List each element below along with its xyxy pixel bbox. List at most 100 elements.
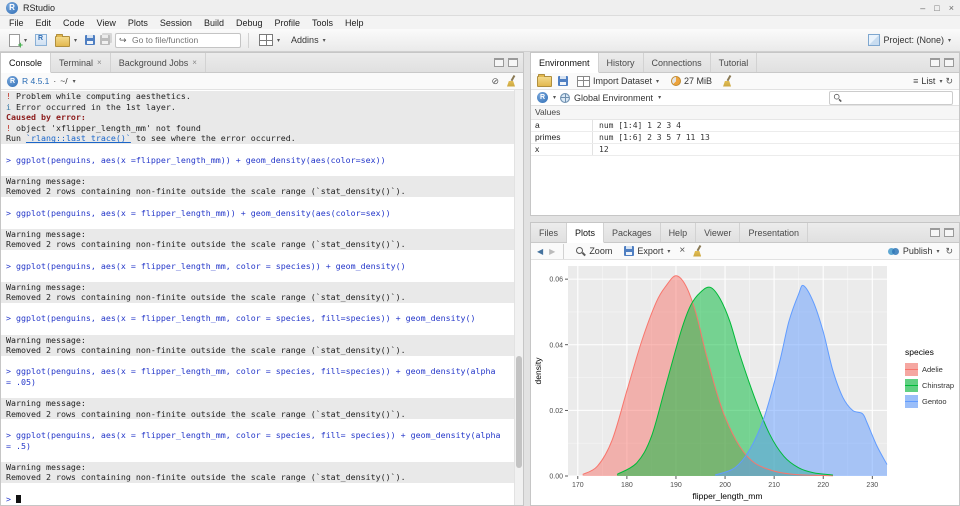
menu-view[interactable]: View (91, 18, 122, 28)
project-menu-button[interactable]: Project: (None) ▾ (865, 33, 954, 47)
menu-code[interactable]: Code (57, 18, 91, 28)
close-button[interactable]: × (949, 3, 954, 13)
env-variable-row[interactable]: a num [1:4] 1 2 3 4 (531, 120, 959, 132)
maximize-pane-icon[interactable] (508, 58, 518, 67)
plots-tab-viewer[interactable]: Viewer (696, 223, 741, 242)
console-scrollbar[interactable] (514, 90, 523, 505)
goto-file-input[interactable] (115, 32, 242, 48)
menu-plots[interactable]: Plots (122, 18, 154, 28)
menu-help[interactable]: Help (339, 18, 370, 28)
console-line: Warning message: (1, 398, 514, 409)
plots-tab-files[interactable]: Files (531, 223, 568, 242)
refresh-plot-icon[interactable]: ↻ (945, 246, 953, 257)
new-file-button[interactable]: ▾ (6, 33, 30, 50)
tab-label: Packages (612, 227, 652, 238)
legend-label-gentoo: Gentoo (922, 397, 947, 406)
export-button[interactable]: Export ▾ (621, 245, 673, 257)
legend-label-adelie: Adelie (922, 365, 943, 374)
previous-plot-icon[interactable]: ◀ (537, 247, 543, 256)
x-tick-label: 210 (768, 482, 780, 489)
menu-build[interactable]: Build (198, 18, 230, 28)
menu-profile[interactable]: Profile (269, 18, 307, 28)
environment-tab-tutorial[interactable]: Tutorial (711, 53, 758, 72)
clear-all-plots-icon[interactable] (691, 245, 703, 257)
main-toolbar: ▾ ▾ ↪ ▾ Addins ▾ Project: (None) ▾ (0, 29, 960, 52)
clear-console-icon[interactable] (505, 75, 517, 87)
zoom-button[interactable]: Zoom (572, 245, 615, 258)
console-tab-terminal[interactable]: Terminal × (51, 53, 111, 72)
minimize-button[interactable]: – (920, 3, 925, 13)
plots-tabbar: Files Plots Packages Help Viewer Presentation (531, 223, 959, 243)
density-plot: 170 180 190 200 210 220 230 0.00 0.02 0.04 0.06 fli… (533, 266, 954, 501)
new-project-icon[interactable] (35, 34, 48, 46)
addins-button[interactable]: Addins ▾ (288, 34, 329, 46)
menu-debug[interactable]: Debug (230, 18, 269, 28)
export-label: Export (637, 246, 664, 256)
console-tab-console[interactable]: Console (1, 53, 52, 73)
import-dataset-button[interactable]: Import Dataset ▾ (574, 75, 662, 88)
console-link[interactable]: `rlang::last_trace()` (26, 133, 131, 143)
menu-edit[interactable]: Edit (30, 18, 58, 28)
workspace-panes-button[interactable]: ▾ (256, 33, 283, 47)
save-icon[interactable] (85, 35, 96, 45)
clear-environment-icon[interactable] (721, 75, 733, 87)
menu-tools[interactable]: Tools (306, 18, 339, 28)
suspend-session-icon[interactable]: ⊘ (491, 76, 499, 87)
close-tab-icon[interactable]: × (97, 58, 102, 67)
console-output[interactable]: ! Problem while computing aesthetics. i E… (1, 90, 514, 505)
environment-tab-history[interactable]: History (599, 53, 644, 72)
maximize-pane-icon[interactable] (944, 228, 954, 237)
maximize-pane-icon[interactable] (944, 58, 954, 67)
console-line: Removed 2 rows containing non-finite out… (1, 472, 514, 483)
chevron-down-icon: ▾ (939, 78, 943, 85)
refresh-icon[interactable]: ↻ (945, 76, 953, 87)
load-workspace-icon[interactable] (537, 73, 552, 87)
menu-session[interactable]: Session (154, 18, 198, 28)
console-text: ! (6, 122, 16, 133)
list-view-icon: ≡ (913, 76, 919, 86)
r-language-icon[interactable]: R (537, 92, 548, 103)
remove-plot-icon[interactable]: × (679, 246, 685, 256)
plots-tab-help[interactable]: Help (661, 223, 697, 242)
save-workspace-icon[interactable] (558, 76, 568, 86)
publish-button[interactable]: Publish ▾ (885, 245, 943, 258)
plots-tab-presentation[interactable]: Presentation (740, 223, 808, 242)
minimize-pane-icon[interactable] (494, 58, 504, 67)
list-view-label[interactable]: List (921, 76, 935, 86)
tab-label: Console (9, 57, 43, 68)
close-tab-icon[interactable]: × (192, 58, 197, 67)
scrollbar-thumb[interactable] (516, 355, 522, 468)
save-all-icon[interactable] (100, 35, 111, 45)
environment-search-input[interactable] (845, 92, 950, 103)
environment-search (829, 90, 953, 105)
r-version-label[interactable]: R 4.5.1 (22, 76, 49, 86)
tab-label: Environment (539, 57, 590, 68)
menu-file[interactable]: File (3, 18, 30, 28)
global-environment-label[interactable]: Global Environment (574, 93, 653, 103)
plots-tab-plots[interactable]: Plots (567, 223, 605, 243)
minimize-pane-icon[interactable] (930, 228, 940, 237)
export-icon (624, 246, 635, 256)
addins-label: Addins (291, 35, 319, 45)
next-plot-icon[interactable]: ▶ (549, 247, 555, 256)
open-file-button[interactable]: ▾ (52, 33, 80, 48)
console-line: Warning message: (1, 334, 514, 346)
environment-tab-connections[interactable]: Connections (644, 53, 711, 72)
plots-tab-packages[interactable]: Packages (604, 223, 661, 242)
x-tick-label: 190 (670, 482, 682, 489)
tab-label: History (606, 57, 635, 68)
env-variable-row[interactable]: primes num [1:6] 2 3 5 7 11 13 (531, 132, 959, 144)
maximize-button[interactable]: □ (934, 3, 939, 13)
console-tab-background-jobs[interactable]: Background Jobs × (111, 53, 206, 72)
memory-pie-icon (671, 76, 682, 86)
env-variable-row[interactable]: x 12 (531, 144, 959, 156)
memory-usage-button[interactable]: 27 MiB (668, 75, 715, 87)
console-line: Removed 2 rows containing non-finite out… (1, 292, 514, 303)
console-line: Caused by error: (1, 112, 514, 123)
environment-tab-environment[interactable]: Environment (531, 53, 599, 73)
minimize-pane-icon[interactable] (930, 58, 940, 67)
